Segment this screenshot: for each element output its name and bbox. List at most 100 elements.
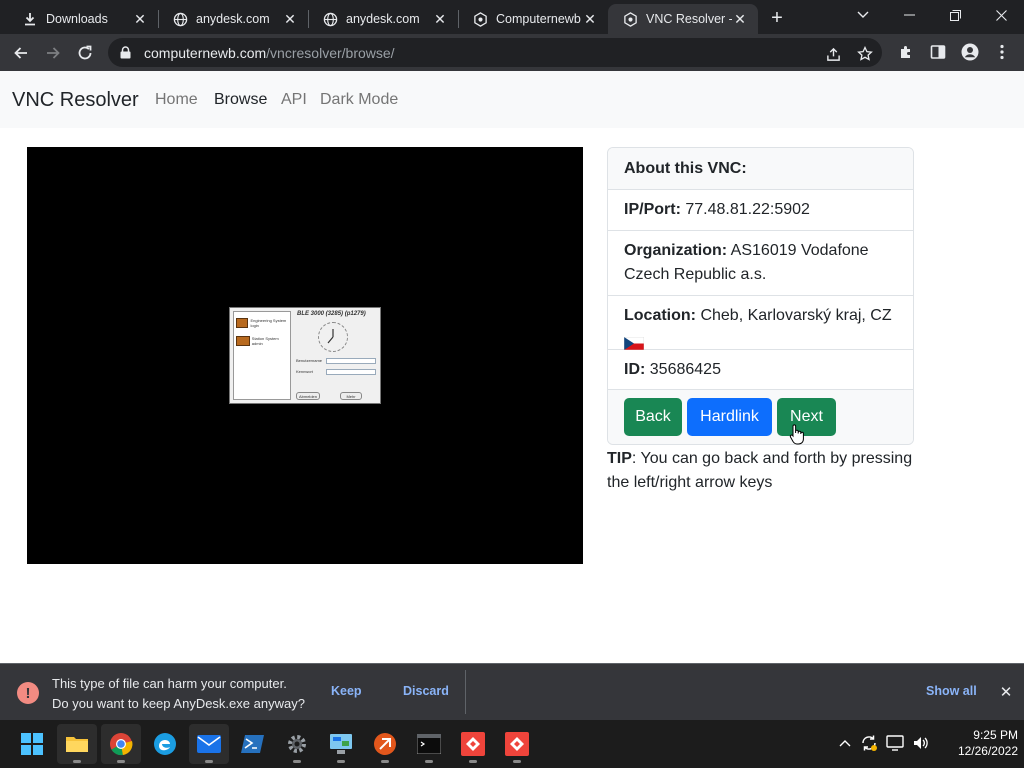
location-label: Location: bbox=[624, 307, 696, 324]
tab-search-icon[interactable] bbox=[840, 0, 886, 30]
id-label: ID: bbox=[624, 361, 646, 378]
windows-start-icon[interactable] bbox=[12, 724, 52, 764]
new-tab-button[interactable]: + bbox=[764, 6, 790, 30]
close-icon[interactable]: ✕ bbox=[132, 11, 148, 27]
nav-link-api[interactable]: API bbox=[281, 91, 307, 109]
vnc-field-label: Kennwort bbox=[296, 369, 313, 374]
tab-anydesk-1[interactable]: anydesk.com ✕ bbox=[158, 4, 308, 34]
download-icon bbox=[22, 11, 38, 27]
tab-computernewb[interactable]: Computernewb ✕ bbox=[458, 4, 608, 34]
running-indicator bbox=[73, 760, 81, 763]
location-value: Cheb, Karlovarský kraj, CZ bbox=[700, 307, 892, 324]
side-panel-icon[interactable] bbox=[928, 42, 948, 62]
tab-title: Downloads bbox=[46, 12, 108, 26]
site-brand[interactable]: VNC Resolver bbox=[12, 89, 139, 112]
next-button[interactable]: Next bbox=[777, 398, 836, 436]
tab-strip: Downloads ✕ anydesk.com ✕ anydesk.com ✕ … bbox=[0, 0, 1024, 34]
close-icon[interactable]: ✕ bbox=[996, 682, 1016, 702]
lock-icon[interactable] bbox=[120, 46, 134, 60]
running-indicator bbox=[513, 760, 521, 763]
vnc-side-label: Engineering System login bbox=[250, 318, 287, 328]
vnc-screenshot: Engineering System login Station System … bbox=[27, 147, 583, 564]
tip-text: TIP: You can go back and forth by pressi… bbox=[607, 447, 922, 495]
forward-arrow-icon[interactable] bbox=[38, 38, 68, 68]
close-icon[interactable]: ✕ bbox=[582, 11, 598, 27]
mail-icon[interactable] bbox=[189, 724, 229, 764]
tip-label: TIP bbox=[607, 450, 632, 467]
vnc-app-icon bbox=[236, 336, 250, 346]
keep-button[interactable]: Keep bbox=[331, 684, 362, 698]
about-vnc-card: About this VNC: IP/Port: 77.48.81.22:590… bbox=[607, 147, 914, 445]
hand-cursor-icon bbox=[789, 423, 805, 447]
vnc-side-item: Station System admin bbox=[236, 334, 290, 348]
show-all-button[interactable]: Show all bbox=[926, 684, 977, 698]
share-icon[interactable] bbox=[824, 45, 842, 63]
divider bbox=[465, 670, 466, 714]
tab-title: VNC Resolver - bbox=[646, 12, 732, 26]
nav-link-dark-mode[interactable]: Dark Mode bbox=[320, 91, 398, 109]
czech-flag-icon bbox=[623, 334, 645, 351]
vnc-password-field bbox=[326, 369, 376, 375]
warning-line-2: Do you want to keep AnyDesk.exe anyway? bbox=[52, 696, 305, 711]
file-explorer-icon[interactable] bbox=[57, 724, 97, 764]
computernewb-icon bbox=[622, 11, 638, 27]
tab-vnc-resolver[interactable]: VNC Resolver - ✕ bbox=[608, 4, 758, 34]
extensions-puzzle-icon[interactable] bbox=[896, 42, 916, 62]
globe-icon bbox=[322, 11, 338, 27]
back-button[interactable]: Back bbox=[624, 398, 682, 436]
nav-link-browse[interactable]: Browse bbox=[214, 91, 267, 109]
vnc-side-label: Station System admin bbox=[251, 336, 279, 346]
vnc-username-field bbox=[326, 358, 376, 364]
bookmark-star-icon[interactable] bbox=[856, 45, 874, 63]
vnc-button: Mehr bbox=[340, 392, 362, 400]
tab-anydesk-2[interactable]: anydesk.com ✕ bbox=[308, 4, 458, 34]
download-warning-message: This type of file can harm your computer… bbox=[52, 674, 305, 714]
address-bar[interactable]: computernewb.com/vncresolver/browse/ bbox=[108, 38, 882, 67]
location-row: Location: Cheb, Karlovarský kraj, CZ bbox=[608, 296, 913, 351]
vnc-sidebar: Engineering System login Station System … bbox=[233, 311, 291, 400]
anydesk-icon[interactable] bbox=[497, 724, 537, 764]
restore-icon[interactable] bbox=[932, 0, 978, 30]
control-panel-icon[interactable] bbox=[321, 724, 361, 764]
discard-button[interactable]: Discard bbox=[403, 684, 449, 698]
vnc-login-window: Engineering System login Station System … bbox=[229, 307, 381, 404]
sync-icon[interactable] bbox=[858, 732, 880, 754]
anydesk-icon[interactable] bbox=[453, 724, 493, 764]
card-header: About this VNC: bbox=[608, 148, 913, 190]
kebab-menu-icon[interactable] bbox=[992, 42, 1012, 62]
hardlink-button[interactable]: Hardlink bbox=[687, 398, 772, 436]
vnc-window-title: BLE 3000 (3285) (p1279) bbox=[297, 311, 366, 317]
back-arrow-icon[interactable] bbox=[6, 38, 36, 68]
windows-taskbar: 9:25 PM 12/26/2022 bbox=[0, 720, 1024, 768]
chrome-icon[interactable] bbox=[101, 724, 141, 764]
volume-icon[interactable] bbox=[910, 732, 932, 754]
running-indicator bbox=[425, 760, 433, 763]
chevron-up-icon[interactable] bbox=[834, 732, 856, 754]
close-icon[interactable]: ✕ bbox=[282, 11, 298, 27]
running-indicator bbox=[337, 760, 345, 763]
clock-time: 9:25 PM bbox=[973, 728, 1018, 742]
powershell-icon[interactable] bbox=[233, 724, 273, 764]
taskbar-clock[interactable]: 9:25 PM 12/26/2022 bbox=[936, 727, 1018, 759]
nav-link-home[interactable]: Home bbox=[155, 91, 198, 109]
window-close-icon[interactable] bbox=[978, 0, 1024, 30]
close-icon[interactable]: ✕ bbox=[432, 11, 448, 27]
tip-body: : You can go back and forth by pressing … bbox=[607, 450, 913, 491]
minimize-icon[interactable] bbox=[886, 0, 932, 30]
globe-icon bbox=[172, 11, 188, 27]
edge-icon[interactable] bbox=[145, 724, 185, 764]
ip-port-value[interactable]: 77.48.81.22:5902 bbox=[685, 201, 810, 218]
remote-desktop-icon[interactable] bbox=[365, 724, 405, 764]
terminal-icon[interactable] bbox=[409, 724, 449, 764]
close-icon[interactable]: ✕ bbox=[732, 11, 748, 27]
reload-icon[interactable] bbox=[70, 38, 100, 68]
id-value[interactable]: 35686425 bbox=[650, 361, 721, 378]
settings-gear-icon[interactable] bbox=[277, 724, 317, 764]
profile-icon[interactable] bbox=[960, 42, 980, 62]
organization-row: Organization: AS16019 Vodafone Czech Rep… bbox=[608, 231, 913, 296]
computernewb-icon bbox=[472, 11, 488, 27]
network-icon[interactable] bbox=[884, 732, 906, 754]
url-host: computernewb.com bbox=[144, 44, 267, 61]
running-indicator bbox=[293, 760, 301, 763]
tab-downloads[interactable]: Downloads ✕ bbox=[8, 4, 158, 34]
